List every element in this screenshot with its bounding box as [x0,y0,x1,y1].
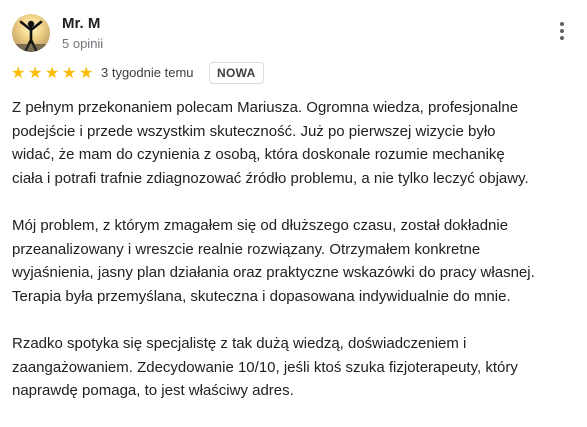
star-icon: ★ [11,63,26,82]
new-badge: NOWA [209,62,264,84]
author-review-count: 5 opinii [62,36,104,51]
review-line: Rzadko spotyka się specjalistę z tak duż… [12,335,467,352]
review-time: 3 tygodnie temu [101,65,194,80]
star-icon: ★ [28,63,43,82]
review-line: ciała i potrafi trafnie zdiagnozować źró… [12,169,529,187]
more-options-button[interactable] [554,20,570,44]
more-vert-icon [554,22,570,40]
review-line: przeanalizowany i wreszcie realnie rozwi… [12,240,481,258]
review-line: Z pełnym przekonaniem polecam Mariusza. … [12,99,519,116]
author-name[interactable]: Mr. M [62,15,100,32]
review-paragraph: Z pełnym przekonaniem polecam Mariusza. … [12,96,582,190]
avatar[interactable] [12,14,50,52]
review-line: naprawdę pomaga, to jest właściwy adres. [12,382,294,399]
review-line: zaangażowaniem. Zdecydowanie 10/10, jeśl… [12,358,518,376]
review-line: Terapia była przemyślana, skuteczna i do… [12,287,511,305]
review-text: Z pełnym przekonaniem polecam Mariusza. … [12,96,582,427]
review-paragraph: Rzadko spotyka się specjalistę z tak duż… [12,332,582,403]
star-icon: ★ [62,63,77,82]
star-icon: ★ [45,63,60,82]
review-line: podejście i przede wszystkim skuteczność… [12,122,496,140]
person-silhouette-icon [12,20,50,52]
review-line: widać, że mam do czynienia z osobą, któr… [12,146,505,163]
star-rating: ★ ★ ★ ★ ★ [11,64,96,82]
review-paragraph: Mój problem, z którym zmagałem się od dł… [12,214,582,308]
review-line: wyjaśnienia, jasny plan działania oraz p… [12,264,535,281]
review-line: Mój problem, z którym zmagałem się od dł… [12,217,509,234]
star-icon: ★ [79,63,94,82]
